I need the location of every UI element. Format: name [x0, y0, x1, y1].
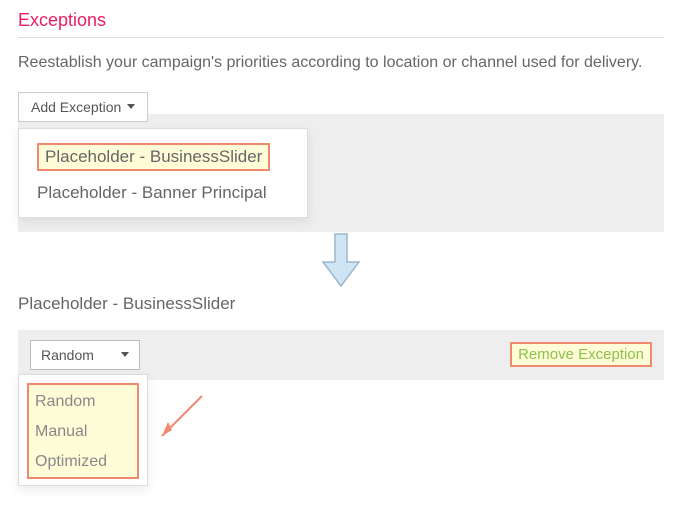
highlight-box: Placeholder - BusinessSlider: [37, 143, 270, 171]
placeholder-menu-item-banner-principal[interactable]: Placeholder - Banner Principal: [29, 177, 297, 209]
arrow-down-icon: [321, 232, 361, 288]
page-title: Exceptions: [18, 10, 664, 31]
add-exception-button[interactable]: Add Exception: [18, 92, 148, 122]
description-text: Reestablish your campaign's priorities a…: [18, 52, 664, 74]
priority-option-optimized[interactable]: Optimized: [33, 447, 133, 477]
down-arrow-wrap: [0, 232, 682, 288]
priority-mode-select[interactable]: Random: [30, 340, 140, 370]
remove-exception-link[interactable]: Remove Exception: [510, 342, 652, 367]
divider: [18, 37, 664, 38]
caret-down-icon: [127, 104, 135, 109]
exception-title: Placeholder - BusinessSlider: [18, 294, 664, 314]
caret-down-icon: [121, 352, 129, 357]
placeholder-menu-item-business-slider[interactable]: Placeholder - BusinessSlider: [29, 137, 297, 177]
pointer-arrow-icon: [150, 390, 210, 454]
exception-bar: Random Remove Exception: [18, 330, 664, 380]
highlight-box: Random Manual Optimized: [27, 383, 139, 479]
priority-mode-dropdown-menu: Random Manual Optimized: [18, 374, 148, 486]
priority-mode-area: Random Manual Optimized: [0, 380, 682, 510]
priority-mode-value: Random: [41, 347, 94, 363]
priority-option-random[interactable]: Random: [33, 387, 133, 417]
placeholder-dropdown-menu: Placeholder - BusinessSlider Placeholder…: [18, 128, 308, 218]
priority-option-manual[interactable]: Manual: [33, 417, 133, 447]
add-exception-section: Add Exception Placeholder - BusinessSlid…: [18, 92, 664, 232]
add-exception-label: Add Exception: [31, 99, 121, 115]
